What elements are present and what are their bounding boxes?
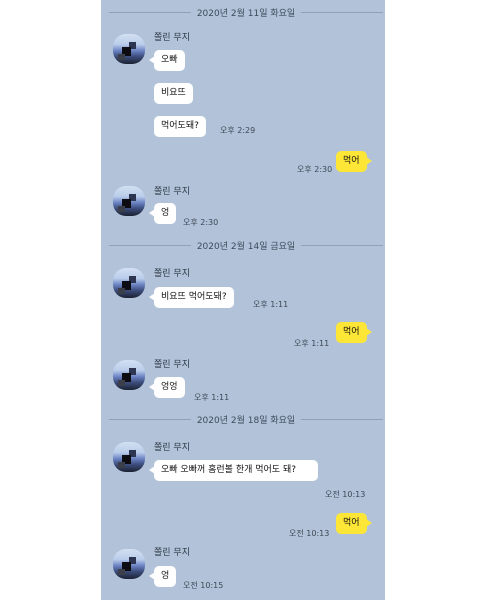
sender-name: 쫄린 무지: [154, 187, 190, 197]
divider: [301, 11, 384, 13]
message-bubble[interactable]: 엉엉: [149, 377, 185, 398]
divider: [301, 244, 384, 246]
avatar[interactable]: [113, 360, 145, 390]
date-label: 2020년 2월 14일 금요일: [196, 241, 296, 252]
message-time: 오전 10:15: [183, 581, 224, 590]
date-separator: 2020년 2월 14일 금요일: [109, 239, 384, 252]
message-time: 오후 2:30: [183, 218, 219, 227]
message-time: 오후 2:29: [220, 126, 256, 135]
date-label: 2020년 2월 11일 화요일: [196, 8, 296, 19]
chat-room[interactable]: 2020년 2월 11일 화요일 쫄린 무지 오빠 비요뜨 먹어도돼? 오후 2…: [101, 0, 385, 600]
message-time: 오전 10:13: [325, 490, 366, 499]
reply-bubble[interactable]: 먹어: [336, 322, 372, 343]
message-time: 오후 1:11: [194, 393, 230, 402]
sender-name: 쫄린 무지: [154, 33, 190, 43]
avatar-pixel: [118, 569, 125, 575]
avatar-pixel: [118, 462, 125, 468]
message-bubble[interactable]: 비요뜨: [154, 83, 193, 104]
divider: [109, 418, 191, 420]
reply-bubble[interactable]: 먹어: [336, 513, 372, 534]
divider: [109, 244, 191, 246]
message-time: 오후 1:11: [253, 300, 289, 309]
date-separator: 2020년 2월 18일 화요일: [109, 413, 384, 426]
message-time: 오후 1:11: [294, 339, 330, 348]
message-time: 오후 2:30: [297, 165, 333, 174]
sender-name: 쫄린 무지: [154, 548, 190, 558]
message-bubble[interactable]: 오빠 오빠꺼 홈런볼 한개 먹어도 돼?: [149, 460, 318, 481]
avatar[interactable]: [113, 34, 145, 64]
avatar[interactable]: [113, 186, 145, 216]
reply-bubble[interactable]: 먹어: [336, 151, 372, 172]
avatar[interactable]: [113, 549, 145, 579]
message-bubble[interactable]: 엉: [148, 566, 177, 587]
date-label: 2020년 2월 18일 화요일: [196, 415, 296, 426]
avatar[interactable]: [113, 268, 145, 298]
message-bubble[interactable]: 비요뜨 먹어도돼?: [149, 287, 234, 308]
divider: [301, 418, 384, 420]
message-bubble[interactable]: 엉: [148, 203, 177, 224]
sender-name: 쫄린 무지: [154, 269, 190, 279]
message-bubble[interactable]: 오빠: [149, 50, 185, 71]
sender-name: 쫄린 무지: [154, 360, 190, 370]
avatar-pixel: [118, 54, 125, 60]
message-bubble[interactable]: 먹어도돼?: [154, 116, 206, 137]
avatar-pixel: [118, 288, 125, 294]
sender-name: 쫄린 무지: [154, 443, 190, 453]
divider: [109, 11, 191, 13]
avatar-pixel: [118, 380, 125, 386]
date-separator: 2020년 2월 11일 화요일: [109, 6, 384, 19]
avatar[interactable]: [113, 442, 145, 472]
avatar-pixel: [118, 206, 125, 212]
message-time: 오전 10:13: [289, 529, 330, 538]
